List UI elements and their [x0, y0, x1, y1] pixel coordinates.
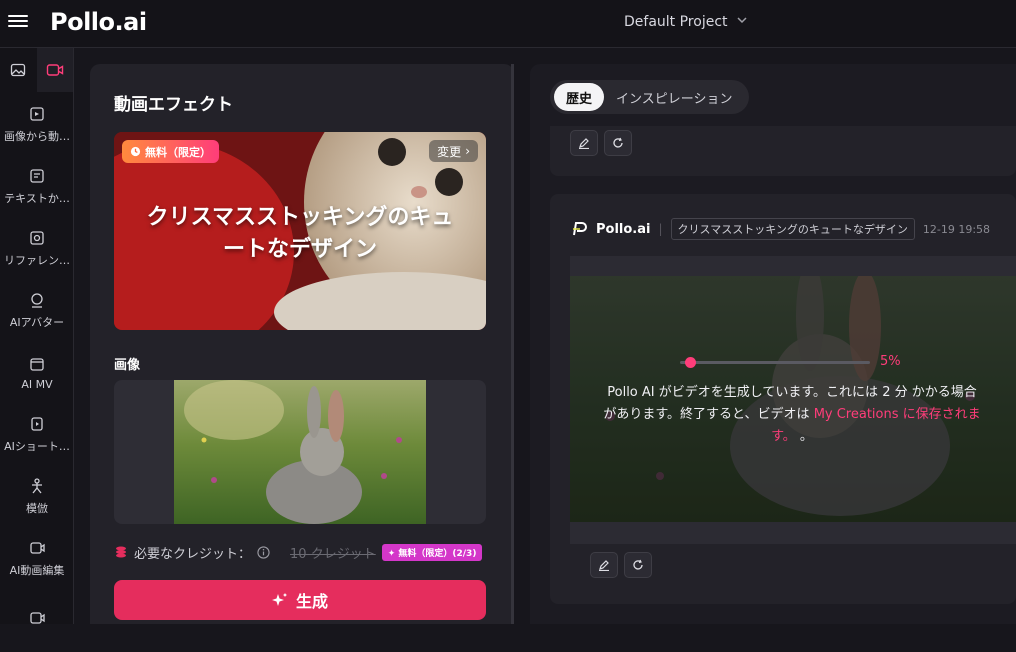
short-video-icon [29, 416, 45, 432]
card-header: Pollo.ai | クリスマスストッキングのキュートなデザイン 12-19 1… [570, 218, 990, 240]
effect-title-line-1: クリスマスストッキングのキュ [146, 205, 454, 230]
sidebar-item[interactable]: AIショート… [0, 404, 74, 466]
tab-history[interactable]: 歴史 [554, 83, 605, 111]
sidebar-item[interactable]: 模倣 [0, 466, 74, 528]
top-bar: Pollo.ai Default Project [0, 0, 1016, 48]
original-credit: 10 クレジット [290, 546, 376, 562]
progress-indicator [684, 357, 696, 368]
video-effect-panel: 動画エフェクト 無料（限定） 変更 › クリスマスストッキングのキュ ートなデザ… [90, 64, 514, 624]
history-panel: 歴史 インスピレーション Pollo.ai | クリスマスストッキングのキュート… [530, 64, 1016, 624]
sidebar-item-label: テキストか… [4, 192, 70, 205]
generation-card: Pollo.ai | クリスマスストッキングのキュートなデザイン 12-19 1… [550, 194, 1016, 604]
free-credit-label: 無料（限定）(2/3) [398, 548, 477, 559]
avatar-icon [29, 292, 45, 308]
tab-inspiration[interactable]: インスピレーション [604, 83, 744, 111]
project-selector[interactable]: Default Project [624, 14, 728, 30]
sidebar-item-label: AIショート… [4, 440, 70, 453]
clock-icon [130, 146, 141, 157]
app-logo[interactable]: Pollo.ai [50, 8, 147, 36]
mimic-icon [29, 478, 45, 494]
sidebar-item[interactable]: 画像から動… [0, 94, 74, 156]
sidebar: 画像から動… テキストか… リファレン… AIアバター AI MV AIショート… 模倣 AI… [0, 48, 74, 624]
refresh-icon [613, 137, 623, 148]
panel-title: 動画エフェクト [114, 95, 233, 115]
mv-icon [29, 356, 45, 372]
edit-icon [579, 138, 589, 149]
sidebar-item-label: リファレン… [4, 254, 70, 267]
generate-label: 生成 [295, 592, 328, 611]
divider: | [658, 222, 663, 236]
generate-button[interactable]: 生成 [114, 580, 486, 620]
credit-label: 必要なクレジット： [134, 546, 252, 562]
chevron-down-icon[interactable] [736, 14, 748, 29]
progress-bar [680, 357, 870, 368]
sidebar-item-label: AI動画編集 [9, 564, 65, 577]
image-icon [11, 63, 26, 77]
regenerate-button[interactable] [604, 130, 632, 156]
message-end: 。 [799, 429, 813, 444]
uploaded-image [174, 380, 426, 524]
image-video-icon [29, 106, 45, 122]
free-limited-badge: 無料（限定） [122, 140, 219, 163]
image-upload-area[interactable] [114, 380, 486, 524]
video-tab[interactable] [36, 48, 73, 92]
badge-label: 無料（限定） [145, 145, 211, 159]
sidebar-item[interactable]: リファレン… [0, 218, 74, 280]
progress-percent: 5% [880, 354, 901, 369]
video-icon [46, 64, 63, 76]
effect-card[interactable]: 無料（限定） 変更 › クリスマスストッキングのキュ ートなデザイン [114, 132, 486, 330]
coins-icon [116, 546, 126, 558]
sidebar-item-label: AI MV [21, 377, 53, 391]
effect-title: クリスマスストッキングのキュ ートなデザイン [114, 202, 486, 266]
sidebar-item-label: 画像から動… [4, 130, 70, 143]
sparkle-icon [271, 593, 287, 606]
edit-button[interactable] [570, 130, 598, 156]
change-effect-button[interactable]: 変更 › [429, 140, 478, 162]
chevron-right-icon: › [465, 144, 470, 158]
rabbit-image [184, 380, 402, 524]
generation-message: Pollo AI がビデオを生成しています。これには 2 分 かかる場合がありま… [602, 382, 982, 448]
free-credit-badge: ✦ 無料（限定）(2/3) [381, 543, 483, 561]
pollo-logo-icon [573, 222, 587, 236]
regenerate-button[interactable] [624, 552, 652, 578]
refresh-icon [633, 559, 643, 570]
video-edit-icon [29, 540, 45, 556]
sidebar-item[interactable]: AI動画編集 [0, 528, 74, 590]
video-frame: 5% Pollo AI がビデオを生成しています。これには 2 分 かかる場合が… [570, 276, 1016, 522]
sidebar-item[interactable] [0, 590, 74, 652]
effect-title-line-2: ートなデザイン [222, 237, 377, 262]
change-label: 変更 [437, 144, 462, 159]
left-scrollbar[interactable] [511, 64, 514, 624]
image-tab[interactable] [0, 48, 37, 92]
sidebar-item[interactable]: AIアバター [0, 280, 74, 342]
edit-button[interactable] [590, 552, 618, 578]
image-section-label: 画像 [114, 358, 141, 373]
sidebar-item-label: AIアバター [9, 316, 65, 329]
brand-name: Pollo.ai [596, 221, 651, 237]
info-icon[interactable] [257, 545, 270, 559]
timestamp: 12-19 19:58 [922, 222, 991, 236]
reference-icon [29, 230, 45, 246]
menu-icon[interactable] [8, 12, 28, 30]
prompt-tag[interactable]: クリスマスストッキングのキュートなデザイン [670, 218, 915, 240]
sidebar-item-label: 模倣 [26, 502, 48, 515]
credit-row: 必要なクレジット： 10 クレジット ✦ 無料（限定）(2/3) [114, 542, 486, 562]
text-video-icon [29, 168, 45, 184]
edit-icon [599, 560, 609, 571]
history-tabs: 歴史 インスピレーション [550, 80, 749, 114]
sidebar-item[interactable]: テキストか… [0, 156, 74, 218]
video-preview: 5% Pollo AI がビデオを生成しています。これには 2 分 かかる場合が… [570, 256, 1016, 544]
sidebar-item[interactable]: AI MV [0, 342, 74, 404]
previous-card [550, 126, 1016, 176]
